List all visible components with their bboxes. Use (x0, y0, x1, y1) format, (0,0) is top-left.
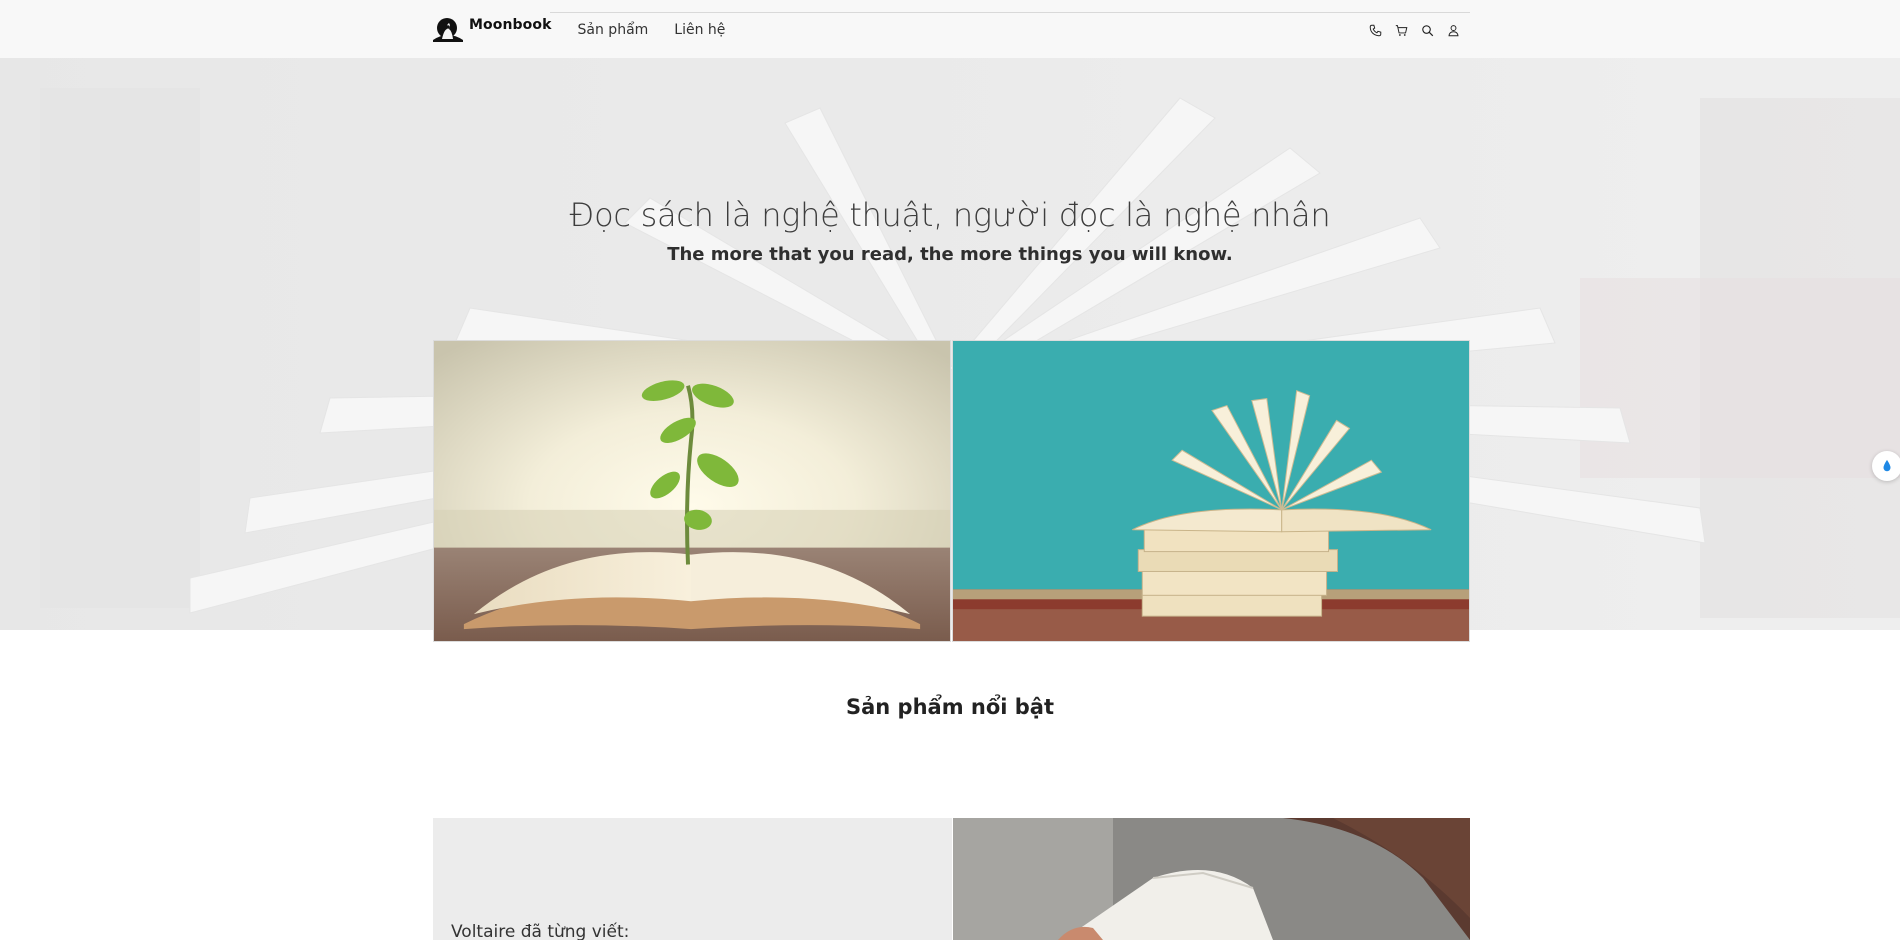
quote-panel: Voltaire đã từng viết: (433, 818, 952, 940)
hero-image-book-stack (952, 340, 1470, 642)
hero-subtitle: The more that you read, the more things … (667, 244, 1233, 265)
navbar-icon-group (1366, 21, 1462, 39)
featured-products-heading: Sản phẩm nổi bật (845, 695, 1055, 719)
nav-link-products[interactable]: Sản phẩm (578, 22, 649, 38)
top-navbar: Moonbook Sản phẩm Liên hệ (0, 0, 1900, 58)
quote-text: Voltaire đã từng viết: (451, 922, 630, 940)
water-drop-icon (1883, 459, 1891, 472)
brand-link[interactable]: Moonbook (433, 16, 552, 42)
brand-name: Moonbook (469, 17, 552, 33)
user-icon[interactable] (1444, 21, 1462, 39)
floating-theme-widget[interactable] (1872, 451, 1900, 481)
navbar-container: Moonbook Sản phẩm Liên hệ (433, 12, 1470, 46)
moonbook-logo-icon (433, 18, 463, 42)
search-icon[interactable] (1418, 21, 1436, 39)
nav-link-contact[interactable]: Liên hệ (674, 22, 725, 38)
phone-icon[interactable] (1366, 21, 1384, 39)
hero-title: Đọc sách là nghệ thuật, người đọc là ngh… (569, 196, 1331, 234)
reading-person-image (953, 818, 1470, 940)
cart-icon[interactable] (1392, 21, 1410, 39)
hero-image-sapling-book (433, 340, 951, 642)
